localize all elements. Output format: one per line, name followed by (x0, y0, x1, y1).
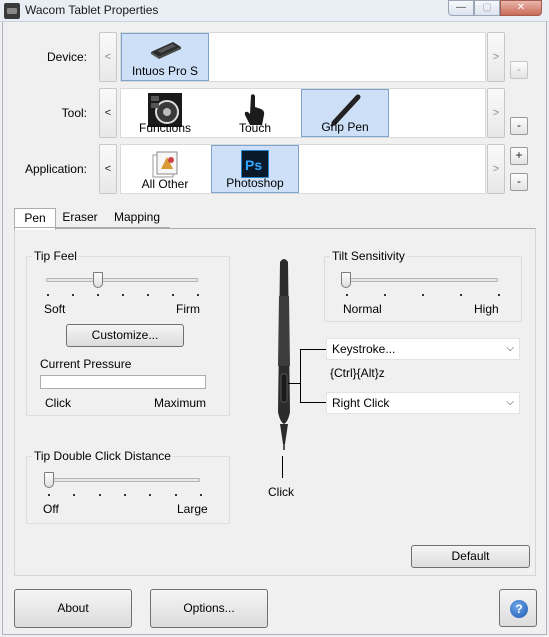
upper-button-dropdown[interactable]: Keystroke... ⌵ (326, 338, 520, 360)
tilt-max-label: High (474, 302, 499, 316)
device-strip: Intuos Pro S (120, 32, 486, 82)
pressure-max-label: Maximum (154, 396, 207, 410)
tilt-slider-track[interactable] (344, 278, 498, 282)
application-row-label: Application: (24, 162, 87, 176)
tip-action-label: Click (268, 485, 294, 499)
upper-button-value: Keystroke... (332, 342, 396, 356)
help-icon: ? (510, 600, 528, 618)
tablet-icon (147, 38, 183, 63)
application-item-photoshop[interactable]: Ps Photoshop (211, 145, 299, 193)
double-click-slider-thumb[interactable] (44, 472, 54, 488)
upper-button-shortcut: {Ctrl}{Alt}z (330, 366, 385, 380)
current-pressure-label: Current Pressure (40, 357, 132, 371)
tip-double-click-title: Tip Double Click Distance (32, 449, 173, 463)
slider-tick (72, 294, 74, 296)
lower-button-dropdown[interactable]: Right Click ⌵ (326, 392, 520, 414)
application-next-button[interactable]: > (487, 144, 505, 194)
slider-tick (149, 494, 152, 496)
wacom-app-icon (4, 3, 20, 19)
chevron-down-icon: ⌵ (506, 343, 514, 354)
svg-text:Ps: Ps (245, 157, 262, 173)
tip-feel-title: Tip Feel (32, 249, 79, 263)
current-pressure-bar (40, 375, 206, 389)
minimize-button[interactable]: — (448, 0, 474, 16)
maximize-button[interactable]: ▢ (474, 0, 500, 16)
device-item-label: Intuos Pro S (131, 64, 199, 78)
slider-tick (422, 294, 424, 296)
slider-tick (384, 294, 386, 296)
upper-button-callout (300, 349, 326, 350)
application-item-label: Photoshop (226, 176, 284, 190)
application-remove-button[interactable]: - (510, 173, 528, 191)
slider-tick (147, 294, 149, 296)
tool-row-label: Tool: (61, 106, 87, 120)
application-add-button[interactable]: + (510, 147, 528, 165)
tab-mapping[interactable]: Mapping (108, 208, 166, 228)
pressure-min-label: Click (45, 396, 71, 410)
lower-button-value: Right Click (332, 396, 390, 410)
tool-item-label: Touch (238, 121, 272, 135)
about-button[interactable]: About (14, 589, 132, 628)
device-prev-button[interactable]: < (99, 32, 117, 82)
tip-feel-max-label: Firm (176, 302, 200, 316)
tool-prev-button[interactable]: < (99, 88, 117, 138)
device-row-label: Device: (46, 50, 87, 64)
tab-divider (14, 227, 170, 228)
tool-remove-button[interactable]: - (510, 117, 528, 135)
slider-tick (47, 294, 49, 296)
tool-item-label: Functions (138, 121, 192, 135)
help-button[interactable]: ? (499, 589, 537, 627)
tool-item-functions[interactable]: Functions (121, 89, 209, 137)
application-item-label: All Other (141, 177, 189, 191)
slider-tick (48, 494, 50, 496)
tilt-slider-thumb[interactable] (341, 272, 351, 288)
device-next-button[interactable]: > (487, 32, 505, 82)
tool-item-grip-pen[interactable]: Grip Pen (301, 89, 389, 137)
slider-tick (460, 294, 462, 296)
double-click-max-label: Large (177, 502, 208, 516)
window-title: Wacom Tablet Properties (25, 3, 159, 17)
slider-tick (172, 294, 174, 296)
slider-tick (200, 494, 202, 496)
device-item-intuos-pro-s[interactable]: Intuos Pro S (121, 33, 209, 81)
application-item-all-other[interactable]: All Other (121, 145, 209, 193)
tip-callout (282, 456, 283, 478)
slider-tick (174, 494, 177, 496)
options-button[interactable]: Options... (150, 589, 268, 628)
tip-feel-min-label: Soft (44, 302, 66, 316)
slider-tick (498, 294, 500, 296)
tool-item-label: Grip Pen (321, 120, 369, 134)
lower-button-callout (300, 402, 326, 403)
tilt-sensitivity-title: Tilt Sensitivity (330, 249, 407, 263)
tool-strip: Functions Touch Grip Pen (120, 88, 486, 138)
default-button[interactable]: Default (411, 545, 530, 568)
slider-tick (122, 294, 124, 296)
double-click-min-label: Off (43, 502, 59, 516)
tab-eraser[interactable]: Eraser (58, 208, 102, 228)
close-button[interactable]: ✕ (500, 0, 542, 16)
slider-tick (346, 294, 348, 296)
tip-feel-slider-track[interactable] (46, 278, 198, 282)
application-strip: All Other Ps Photoshop (120, 144, 486, 194)
application-prev-button[interactable]: < (99, 144, 117, 194)
slider-tick (97, 294, 99, 296)
double-click-slider-track[interactable] (46, 478, 200, 482)
title-bar: Wacom Tablet Properties — ▢ ✕ (0, 0, 549, 22)
slider-tick (73, 494, 76, 496)
customize-button[interactable]: Customize... (66, 324, 184, 347)
chevron-down-icon: ⌵ (506, 397, 514, 408)
slider-tick (98, 494, 101, 496)
tool-next-button[interactable]: > (487, 88, 505, 138)
grip-pen-illustration (268, 256, 300, 452)
slider-tick (197, 294, 199, 296)
device-remove-button[interactable]: - (510, 61, 528, 79)
tilt-min-label: Normal (343, 302, 382, 316)
button-callout-vertical (300, 349, 301, 403)
button-callout-connector (288, 383, 300, 384)
slider-tick (124, 494, 126, 496)
tip-feel-slider-thumb[interactable] (92, 272, 103, 288)
tool-item-touch[interactable]: Touch (211, 89, 299, 137)
